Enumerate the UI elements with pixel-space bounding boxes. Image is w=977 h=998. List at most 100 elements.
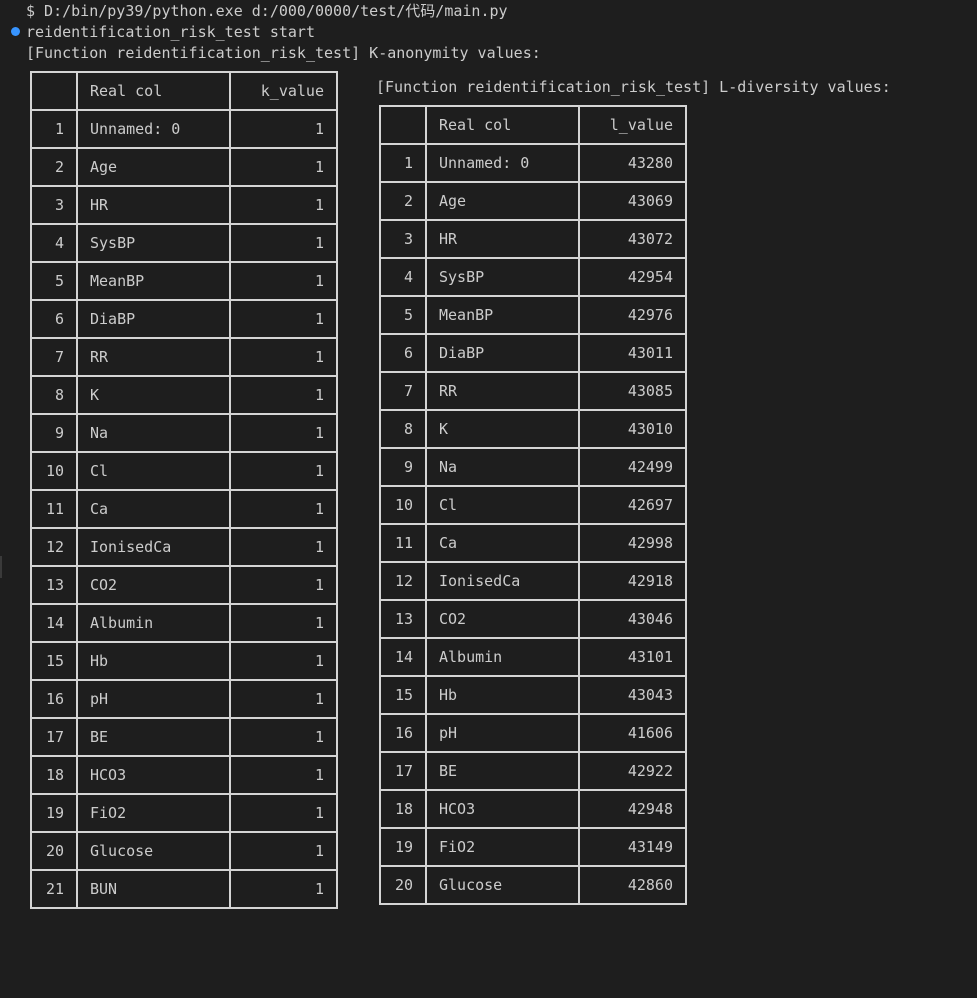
l-diversity-table: Real col l_value 1 Unnamed: 0 43280 2 Age 430… [379, 105, 687, 905]
table-row: 19 FiO2 43149 [379, 827, 687, 867]
row-col-name: IonisedCa [425, 561, 580, 601]
row-index: 2 [379, 181, 427, 221]
row-index: 19 [379, 827, 427, 867]
row-col-name: CO2 [76, 565, 231, 605]
table-row: 8 K 43010 [379, 409, 687, 449]
k-value-header: k_value [229, 71, 338, 111]
row-index: 2 [30, 147, 78, 187]
row-col-name: K [425, 409, 580, 449]
row-value: 42954 [578, 257, 687, 297]
row-value: 43046 [578, 599, 687, 639]
row-index: 1 [379, 143, 427, 183]
table-row: 8K1 [30, 375, 338, 415]
table-row: 2 Age 43069 [379, 181, 687, 221]
row-value: 1 [229, 451, 338, 491]
row-index: 6 [30, 299, 78, 339]
table-row: 16 pH 1 [30, 679, 338, 719]
row-col-name: SysBP [425, 257, 580, 297]
k-anonymity-table: Real col k_value 1 Unnamed: 0 1 2 Age 1 3 HR 1 4 S… [30, 71, 338, 909]
table-row: 2 Age 1 [30, 147, 338, 187]
row-index: 4 [30, 223, 78, 263]
table-row: 1 Unnamed: 0 43280 [379, 143, 687, 183]
row-col-name: Cl [76, 451, 231, 491]
k-table-body: 1 Unnamed: 0 1 2 Age 1 3 HR 1 4 SysBP 1 5 MeanBP 1 6 Dia… [30, 109, 338, 909]
row-index: 8 [30, 375, 78, 415]
row-col-name: K [76, 375, 231, 415]
row-index: 4 [379, 257, 427, 297]
row-col-name: CO2 [425, 599, 580, 639]
row-index: 17 [379, 751, 427, 791]
table-row: 14 Albumin 1 [30, 603, 338, 643]
index-column-header [379, 105, 427, 145]
row-col-name: Ca [425, 523, 580, 563]
row-col-name: HR [76, 185, 231, 225]
row-index: 5 [30, 261, 78, 301]
table-row: 16 pH 41606 [379, 713, 687, 753]
row-value: 42922 [578, 751, 687, 791]
row-value: 43085 [578, 371, 687, 411]
table-row: 4 SysBP 42954 [379, 257, 687, 297]
row-value: 43072 [578, 219, 687, 259]
row-index: 3 [30, 185, 78, 225]
l-table-body: 1 Unnamed: 0 43280 2 Age 43069 3 HR 43072 4 SysBP 4… [379, 143, 687, 905]
row-index: 10 [30, 451, 78, 491]
row-col-name: Glucose [76, 831, 231, 871]
table-row: 9 Na 42499 [379, 447, 687, 487]
row-index: 7 [379, 371, 427, 411]
table-row: 12 IonisedCa 1 [30, 527, 338, 567]
row-col-name: Unnamed: 0 [76, 109, 231, 149]
row-value: 42998 [578, 523, 687, 563]
row-value: 1 [229, 299, 338, 339]
status-dot-icon [11, 27, 20, 36]
row-value: 1 [229, 831, 338, 871]
start-message: reidentification_risk_test start [26, 23, 315, 41]
row-value: 43043 [578, 675, 687, 715]
row-index: 21 [30, 869, 78, 909]
row-col-name: DiaBP [425, 333, 580, 373]
real-col-header: Real col [76, 71, 231, 111]
table-row: 18 HCO3 1 [30, 755, 338, 795]
row-col-name: Glucose [425, 865, 580, 905]
row-index: 6 [379, 333, 427, 373]
row-col-name: RR [425, 371, 580, 411]
table-row: 5 MeanBP 1 [30, 261, 338, 301]
row-col-name: BE [76, 717, 231, 757]
row-value: 1 [229, 185, 338, 225]
table-row: 15 Hb 1 [30, 641, 338, 681]
table-row: 14 Albumin 43101 [379, 637, 687, 677]
row-value: 1 [229, 755, 338, 795]
row-value: 1 [229, 375, 338, 415]
row-value: 1 [229, 109, 338, 149]
row-value: 1 [229, 261, 338, 301]
row-col-name: pH [425, 713, 580, 753]
row-index: 14 [379, 637, 427, 677]
l-value-header: l_value [578, 105, 687, 145]
row-col-name: BUN [76, 869, 231, 909]
row-index: 7 [30, 337, 78, 377]
table-row: 10 Cl 1 [30, 451, 338, 491]
row-value: 1 [229, 223, 338, 263]
table-row: 11 Ca 1 [30, 489, 338, 529]
row-col-name: HCO3 [76, 755, 231, 795]
row-index: 20 [30, 831, 78, 871]
row-value: 43011 [578, 333, 687, 373]
row-value: 1 [229, 869, 338, 909]
table-row: 4 SysBP 1 [30, 223, 338, 263]
row-index: 17 [30, 717, 78, 757]
row-col-name: Ca [76, 489, 231, 529]
row-col-name: HCO3 [425, 789, 580, 829]
row-index: 11 [379, 523, 427, 563]
row-value: 42499 [578, 447, 687, 487]
table-header-row: Real col l_value [379, 105, 687, 145]
row-value: 42948 [578, 789, 687, 829]
row-value: 43149 [578, 827, 687, 867]
real-col-header: Real col [425, 105, 580, 145]
command-line: $ D:/bin/py39/python.exe d:/000/0000/tes… [26, 2, 508, 20]
row-index: 20 [379, 865, 427, 905]
table-row: 6 DiaBP 1 [30, 299, 338, 339]
table-row: 5 MeanBP 42976 [379, 295, 687, 335]
row-value: 1 [229, 147, 338, 187]
row-index: 12 [379, 561, 427, 601]
l-diversity-header: [Function reidentification_risk_test] L-… [376, 78, 891, 96]
row-index: 11 [30, 489, 78, 529]
